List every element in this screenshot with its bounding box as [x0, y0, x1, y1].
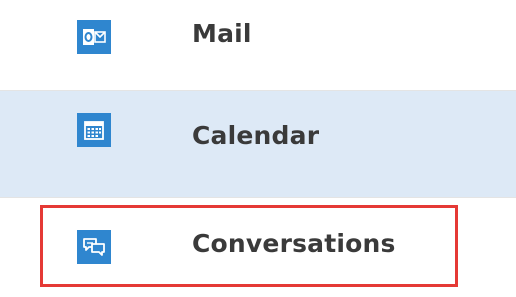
nav-item-calendar[interactable]: Calendar — [0, 91, 516, 197]
nav-item-conversations[interactable]: Conversations — [40, 205, 458, 287]
chat-bubbles-icon — [77, 230, 111, 264]
divider — [0, 197, 516, 198]
calendar-icon — [77, 113, 111, 147]
nav-item-label: Conversations — [192, 229, 396, 258]
nav-item-mail[interactable]: Mail — [0, 0, 516, 88]
nav-item-label: Mail — [192, 19, 252, 48]
app-nav-list: Mail Calendar Conversations — [0, 0, 516, 297]
nav-item-label: Calendar — [192, 121, 320, 150]
outlook-mail-icon — [77, 20, 111, 54]
